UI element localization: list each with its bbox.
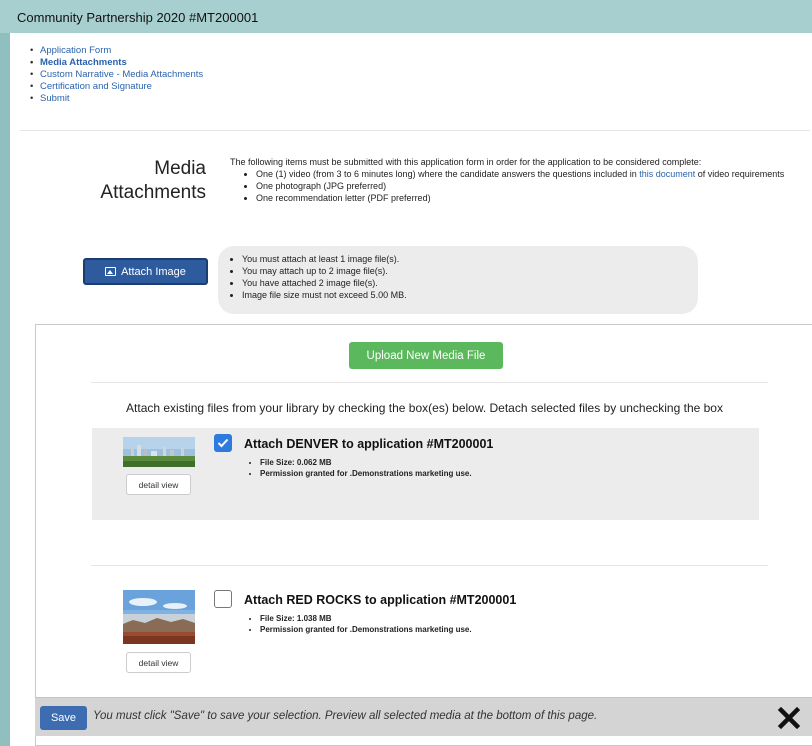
nav-item-custom-narrative[interactable]: Custom Narrative - Media Attachments [27, 69, 203, 81]
rule-maximum: You may attach up to 2 image file(s). [242, 265, 698, 277]
requirements-intro: The following items must be submitted wi… [230, 156, 800, 204]
rule-size-limit: Image file size must not exceed 5.00 MB. [242, 289, 698, 301]
upload-media-button[interactable]: Upload New Media File [349, 342, 503, 369]
section-title: Media Attachments [80, 157, 206, 205]
library-instruction: Attach existing files from your library … [126, 401, 723, 415]
attachment-rules-list: You must attach at least 1 image file(s)… [218, 253, 698, 301]
attachment-rules: You must attach at least 1 image file(s)… [218, 246, 698, 314]
permission-note: Permission granted for .Demonstrations m… [260, 624, 472, 635]
save-button[interactable]: Save [40, 706, 87, 730]
this-document-link[interactable]: this document [639, 169, 695, 179]
rule-minimum: You must attach at least 1 image file(s)… [242, 253, 698, 265]
divider [91, 565, 768, 566]
save-bar: Save You must click "Save" to save your … [35, 697, 812, 736]
requirement-letter: One recommendation letter (PDF preferred… [256, 192, 800, 204]
divider [91, 382, 768, 383]
requirement-video-suffix: of video requirements [695, 169, 785, 179]
media-item-red-rocks: detail view Attach RED ROCKS to applicat… [92, 580, 759, 673]
requirement-photo: One photograph (JPG preferred) [256, 180, 800, 192]
nav-item-submit[interactable]: Submit [27, 93, 203, 105]
red-rocks-thumbnail[interactable] [123, 590, 195, 644]
permission-note: Permission granted for .Demonstrations m… [260, 468, 472, 479]
file-size: File Size: 0.062 MB [260, 457, 472, 468]
rule-attached-count: You have attached 2 image file(s). [242, 277, 698, 289]
nav-item-application-form[interactable]: Application Form [27, 45, 203, 57]
divider [20, 130, 810, 131]
save-reminder: You must click "Save" to save your selec… [93, 710, 598, 722]
media-title: Attach RED ROCKS to application #MT20000… [244, 593, 517, 607]
detail-view-button[interactable]: detail view [126, 652, 191, 673]
attach-checkbox-red-rocks[interactable] [214, 590, 232, 608]
image-icon [105, 267, 117, 276]
intro-text: The following items must be submitted wi… [230, 157, 702, 167]
window-title: Community Partnership 2020 #MT200001 [0, 0, 812, 33]
media-library-panel: Upload New Media File Attach existing fi… [35, 324, 812, 746]
section-title-line1: Media [154, 158, 206, 179]
checkmark-icon [217, 438, 229, 448]
denver-thumbnail[interactable] [123, 437, 195, 467]
main-panel: Application Form Media Attachments Custo… [10, 33, 812, 746]
media-details: File Size: 0.062 MB Permission granted f… [244, 457, 472, 479]
close-icon[interactable] [777, 706, 801, 730]
media-title: Attach DENVER to application #MT200001 [244, 437, 494, 451]
nav-item-media-attachments[interactable]: Media Attachments [27, 57, 203, 69]
requirement-video: One (1) video (from 3 to 6 minutes long)… [256, 168, 800, 180]
media-item-denver: detail view Attach DENVER to application… [92, 428, 759, 520]
section-title-line2: Attachments [100, 182, 206, 203]
requirements-list: One (1) video (from 3 to 6 minutes long)… [230, 168, 800, 204]
requirement-video-text: One (1) video (from 3 to 6 minutes long)… [256, 169, 640, 179]
step-navigation: Application Form Media Attachments Custo… [27, 45, 203, 105]
attach-checkbox-denver[interactable] [214, 434, 232, 452]
detail-view-button[interactable]: detail view [126, 474, 191, 495]
nav-item-certification[interactable]: Certification and Signature [27, 81, 203, 93]
media-details: File Size: 1.038 MB Permission granted f… [244, 613, 472, 635]
attach-image-button[interactable]: Attach Image [83, 258, 208, 285]
file-size: File Size: 1.038 MB [260, 613, 472, 624]
attach-image-label: Attach Image [121, 265, 186, 278]
